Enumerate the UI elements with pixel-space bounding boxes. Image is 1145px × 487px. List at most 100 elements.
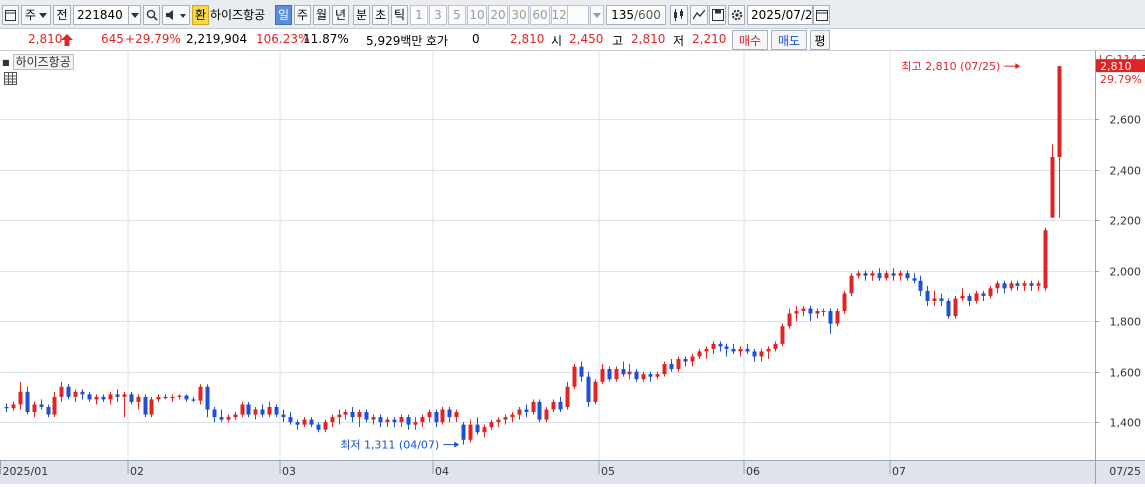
candle-body: [468, 424, 473, 440]
period-tab-0[interactable]: 일: [275, 5, 292, 25]
candle-body: [25, 391, 30, 413]
candlestick-icon: [674, 9, 683, 21]
fx-button[interactable]: 환: [192, 5, 209, 25]
period-tab-6[interactable]: 틱: [391, 5, 408, 25]
y-tick-label: 1,400: [1110, 417, 1142, 430]
candle-body: [461, 424, 466, 440]
save-icon: [711, 9, 724, 21]
candle-body: [399, 417, 404, 423]
candle-body: [350, 412, 355, 418]
candle-body: [1057, 66, 1062, 158]
market-button[interactable]: 전: [53, 5, 71, 25]
interval-tab-5[interactable]: 5: [448, 5, 466, 25]
candle-body: [752, 351, 757, 357]
custom-interval-input[interactable]: [567, 5, 589, 25]
candle-body: [364, 412, 369, 420]
period-tab-1[interactable]: 주: [294, 5, 311, 25]
candle-body: [378, 417, 383, 423]
custom-interval-dropdown[interactable]: [590, 5, 604, 25]
candle-body: [614, 369, 619, 380]
search-button[interactable]: [143, 5, 160, 25]
speaker-button[interactable]: [162, 5, 190, 25]
candle-body: [253, 409, 258, 415]
chevron-down-icon: [130, 12, 139, 18]
sell-button[interactable]: 매도: [771, 30, 807, 50]
current-pct-label: 29.79%: [1100, 73, 1142, 86]
calendar-button[interactable]: [813, 5, 830, 25]
x-tick-label: 06: [746, 465, 760, 478]
interval-tab-60[interactable]: 60: [530, 5, 550, 25]
candle-body: [447, 409, 452, 418]
avg-button[interactable]: 평: [810, 30, 830, 50]
candle-body: [697, 351, 702, 357]
candle-body: [856, 273, 861, 276]
candle-body: [821, 311, 826, 313]
candle-body: [828, 311, 833, 324]
annotations: 최고 2,810 (07/25) 최저 1,311 (04/07): [340, 60, 1021, 452]
settings-button[interactable]: [728, 5, 745, 25]
candle-body: [683, 359, 688, 362]
speaker-icon: [166, 10, 186, 20]
candle-body: [967, 295, 972, 301]
candle-body: [122, 394, 127, 397]
x-tick-label: 07: [892, 465, 906, 478]
candle-body: [184, 395, 189, 400]
candle-type-button[interactable]: [670, 5, 688, 25]
window-icon[interactable]: [2, 5, 19, 25]
interval-tab-1[interactable]: 1: [410, 5, 428, 25]
period-tab-4[interactable]: 분: [353, 5, 370, 25]
candle-body: [4, 406, 9, 409]
interval-tab-30[interactable]: 30: [509, 5, 529, 25]
save-button[interactable]: [709, 5, 726, 25]
code-dropdown-button[interactable]: [128, 5, 141, 25]
x-axis-strip: [0, 460, 1145, 484]
period-tab-3[interactable]: 년: [332, 5, 349, 25]
candle-body: [842, 293, 847, 312]
candle-body: [129, 394, 134, 402]
quote-info-bar: 2,810 645 +29.79% 2,219,904 106.23% 11.8…: [0, 29, 1145, 51]
candle-body: [1002, 283, 1007, 289]
candle-body: [295, 422, 300, 425]
candle-body: [531, 401, 536, 413]
price-chart[interactable]: 최고 2,810 (07/25) 최저 1,311 (04/07) 1,400 1,…: [0, 51, 1145, 484]
volume: 2,219,904: [186, 32, 248, 46]
candle-body: [170, 396, 175, 399]
candle-body: [440, 409, 445, 423]
table-icon[interactable]: [4, 72, 17, 85]
interval-tab-20[interactable]: 20: [488, 5, 508, 25]
candle-body: [212, 409, 217, 418]
period-tab-2[interactable]: 월: [313, 5, 330, 25]
price-change-pct: +29.79%: [125, 32, 181, 46]
candle-body: [517, 409, 522, 415]
candle-body: [510, 414, 515, 418]
candle-body: [766, 348, 771, 352]
buy-button[interactable]: 매수: [732, 30, 768, 50]
candle-body: [302, 419, 307, 425]
candle-body: [884, 273, 889, 279]
candle-body: [233, 414, 238, 418]
candle-body: [863, 273, 868, 276]
toolbar: 주 전 221840 환 하이즈항공 일주월년분초틱 1 3 5 10 20 30 60 12…: [0, 0, 1145, 29]
period-tab-5[interactable]: 초: [372, 5, 389, 25]
period-type-select[interactable]: 주: [21, 5, 51, 25]
count-field[interactable]: 135/600: [606, 5, 666, 25]
interval-tab-3[interactable]: 3: [429, 5, 447, 25]
calendar-icon: [815, 10, 828, 21]
quote-label: 호가: [426, 34, 449, 48]
interval-tab-10[interactable]: 10: [467, 5, 487, 25]
candle-body: [918, 280, 923, 291]
candles: [4, 66, 1062, 445]
candle-body: [524, 409, 529, 413]
candle-body: [648, 374, 653, 377]
date-input[interactable]: 2025/07/25: [747, 5, 813, 25]
y-tick-label: 2,400: [1110, 165, 1142, 178]
candle-body: [634, 371, 639, 380]
candle-body: [66, 386, 71, 397]
candle-body: [427, 412, 432, 418]
candle-body: [281, 414, 286, 418]
candle-body: [246, 404, 251, 415]
candle-body: [219, 417, 224, 420]
candle-body: [773, 343, 778, 349]
code-input[interactable]: 221840: [73, 5, 129, 25]
indicator-button[interactable]: [690, 5, 708, 25]
